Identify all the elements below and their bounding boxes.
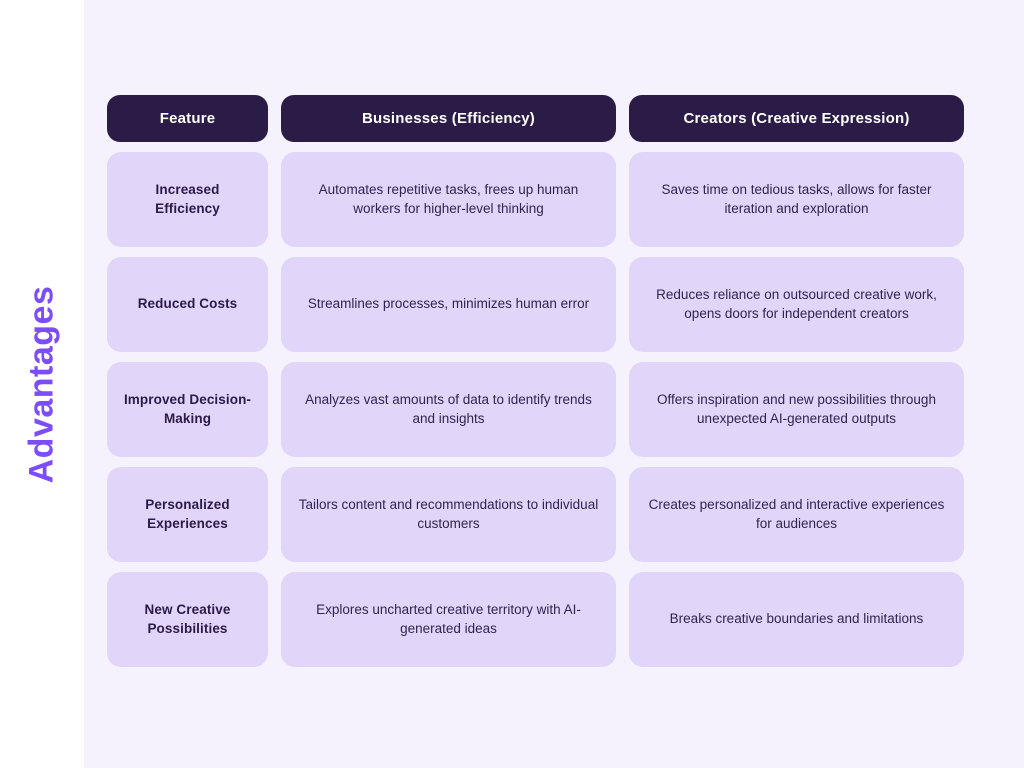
table-row: Analyzes vast amounts of data to identif… [281,362,616,457]
side-label: Advantages [0,0,84,768]
table-row: Creates personalized and interactive exp… [629,467,964,562]
table-row: Reduces reliance on outsourced creative … [629,257,964,352]
table-row: Explores uncharted creative territory wi… [281,572,616,667]
table-row: Automates repetitive tasks, frees up hum… [281,152,616,247]
table-row: Streamlines processes, minimizes human e… [281,257,616,352]
table-row: Saves time on tedious tasks, allows for … [629,152,964,247]
table-row: Personalized Experiences [107,467,268,562]
table-row: Tailors content and recommendations to i… [281,467,616,562]
slide-canvas: Advantages Feature Businesses (Efficienc… [0,0,1024,768]
table-row: Breaks creative boundaries and limitatio… [629,572,964,667]
table-row: Reduced Costs [107,257,268,352]
side-label-text: Advantages [22,285,61,483]
table-row: Increased Efficiency [107,152,268,247]
table-row: Improved Decision-Making [107,362,268,457]
comparison-table: Feature Businesses (Efficiency) Creators… [107,95,964,667]
table-header-creators: Creators (Creative Expression) [629,95,964,142]
table-header-businesses: Businesses (Efficiency) [281,95,616,142]
table-row: New Creative Possibilities [107,572,268,667]
table-header-feature: Feature [107,95,268,142]
table-row: Offers inspiration and new possibilities… [629,362,964,457]
